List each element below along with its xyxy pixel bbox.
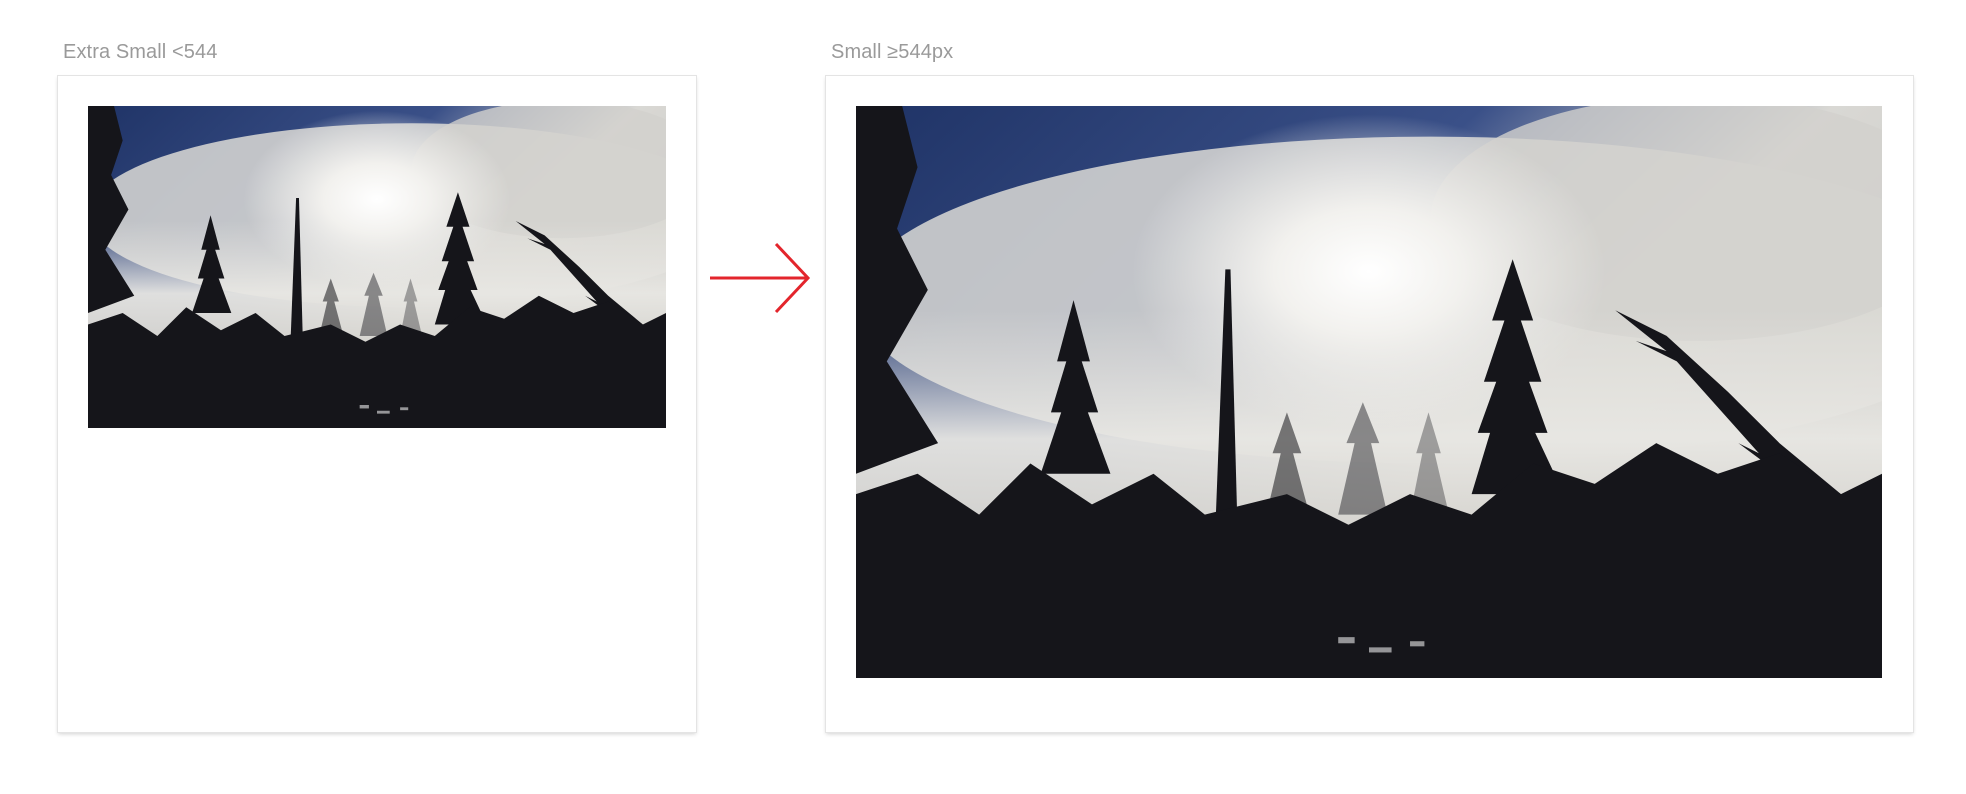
device-frame-extra-small: [58, 76, 696, 732]
forest-image-large: [856, 106, 1882, 678]
breakpoint-label-small: Small ≥544px: [831, 41, 954, 63]
forest-image-graphic: [88, 106, 666, 428]
arrow-right-icon: [710, 242, 811, 314]
breakpoint-comparison: Extra Small <544 Small ≥544px: [0, 0, 1966, 794]
breakpoint-label-extra-small: Extra Small <544: [63, 41, 218, 63]
forest-image-small: [88, 106, 666, 428]
forest-image-graphic: [856, 106, 1882, 678]
device-frame-small: [826, 76, 1913, 732]
